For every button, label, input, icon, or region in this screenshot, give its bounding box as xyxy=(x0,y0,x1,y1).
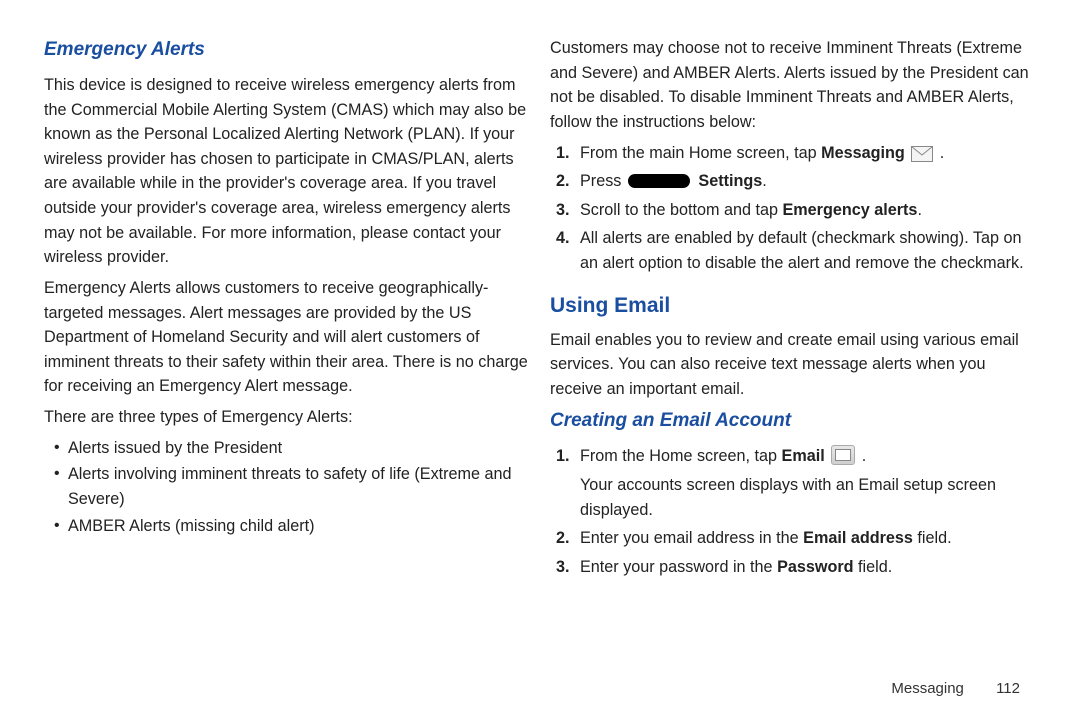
steps-disable-alerts: 1. From the main Home screen, tap Messag… xyxy=(556,141,1036,276)
step-number: 3. xyxy=(556,555,570,580)
step-text: From the Home screen, tap xyxy=(580,447,782,465)
heading-using-email: Using Email xyxy=(550,290,1036,322)
list-item: AMBER Alerts (missing child alert) xyxy=(54,514,530,539)
label-messaging: Messaging xyxy=(821,144,905,162)
bullet-list-alert-types: Alerts issued by the President Alerts in… xyxy=(54,436,530,539)
step-number: 1. xyxy=(556,444,570,469)
step-number: 4. xyxy=(556,226,570,251)
step-text-end: field. xyxy=(913,529,952,547)
messaging-icon xyxy=(911,146,933,162)
step-number: 2. xyxy=(556,169,570,194)
step-item: 1. From the main Home screen, tap Messag… xyxy=(556,141,1036,166)
para-three-types: There are three types of Emergency Alert… xyxy=(44,405,530,430)
email-app-icon xyxy=(831,445,855,465)
step-item: 2. Enter you email address in the Email … xyxy=(556,526,1036,551)
steps-create-email: 1. From the Home screen, tap Email . You… xyxy=(556,444,1036,579)
step-item: 2. Press Settings. xyxy=(556,169,1036,194)
para-cmas-description: This device is designed to receive wirel… xyxy=(44,73,530,270)
label-emergency-alerts: Emergency alerts xyxy=(782,201,917,219)
list-item: Alerts issued by the President xyxy=(54,436,530,461)
menu-button-icon xyxy=(628,174,690,188)
step-number: 1. xyxy=(556,141,570,166)
left-column: Emergency Alerts This device is designed… xyxy=(44,36,530,670)
step-text: Enter you email address in the xyxy=(580,529,803,547)
label-settings: Settings xyxy=(698,172,762,190)
step-number: 3. xyxy=(556,198,570,223)
step-item: 3. Enter your password in the Password f… xyxy=(556,555,1036,580)
page-body: Emergency Alerts This device is designed… xyxy=(0,0,1080,680)
list-item: Alerts involving imminent threats to saf… xyxy=(54,462,530,511)
step-text: Scroll to the bottom and tap xyxy=(580,201,782,219)
heading-creating-email: Creating an Email Account xyxy=(550,407,1036,436)
page-footer: Messaging 112 xyxy=(0,680,1080,707)
step-number: 2. xyxy=(556,526,570,551)
heading-emergency-alerts: Emergency Alerts xyxy=(44,36,530,65)
step-text: From the main Home screen, tap xyxy=(580,144,821,162)
label-email: Email xyxy=(782,447,825,465)
step-item: 4. All alerts are enabled by default (ch… xyxy=(556,226,1036,275)
para-disable-intro: Customers may choose not to receive Immi… xyxy=(550,36,1036,135)
footer-page-number: 112 xyxy=(996,680,1020,697)
step-text-end: . xyxy=(917,201,922,219)
step-text-end: field. xyxy=(854,558,893,576)
step-text: Enter your password in the xyxy=(580,558,777,576)
para-email-intro: Email enables you to review and create e… xyxy=(550,328,1036,402)
step-item: 3. Scroll to the bottom and tap Emergenc… xyxy=(556,198,1036,223)
label-email-address: Email address xyxy=(803,529,913,547)
step-text: All alerts are enabled by default (check… xyxy=(580,229,1024,272)
footer-section: Messaging xyxy=(891,680,964,697)
right-column: Customers may choose not to receive Immi… xyxy=(550,36,1036,670)
step-subtext: Your accounts screen displays with an Em… xyxy=(580,473,1036,522)
step-text: Press xyxy=(580,172,626,190)
step-text-end: . xyxy=(857,447,866,465)
label-password: Password xyxy=(777,558,853,576)
para-alert-messages: Emergency Alerts allows customers to rec… xyxy=(44,276,530,399)
step-text-end: . xyxy=(935,144,944,162)
step-text-end: . xyxy=(762,172,767,190)
step-item: 1. From the Home screen, tap Email . You… xyxy=(556,444,1036,522)
